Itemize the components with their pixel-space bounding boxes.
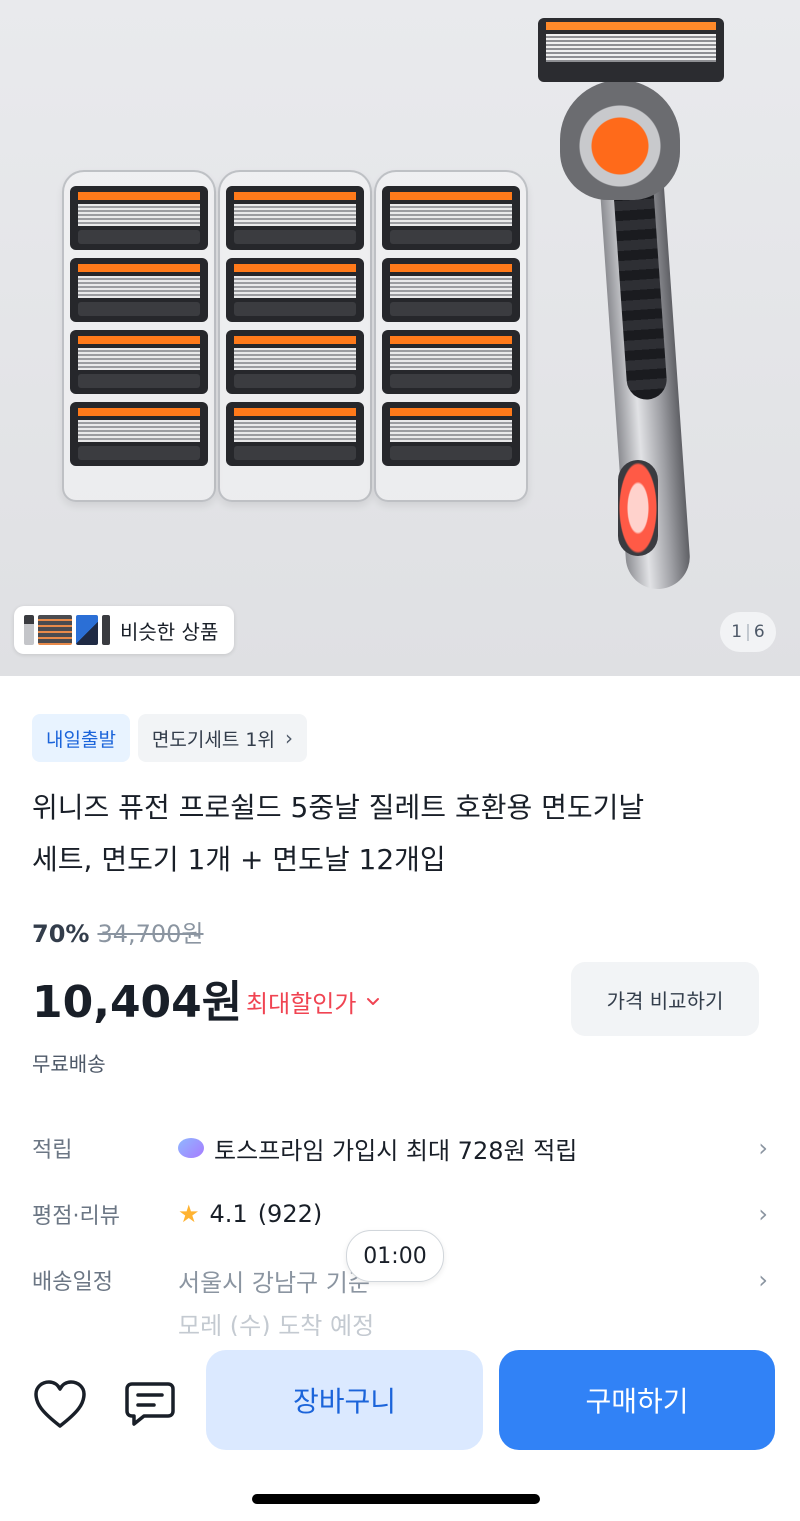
- cartridge: [382, 258, 520, 322]
- razor-pivot: [560, 80, 680, 200]
- cartridge-tray: [62, 170, 216, 502]
- cartridge: [70, 402, 208, 466]
- home-indicator: [252, 1494, 540, 1504]
- points-row[interactable]: 적립 토스프라임 가입시 최대 728원 적립 ›: [32, 1126, 768, 1170]
- cartridge: [70, 258, 208, 322]
- rating-count: (922): [257, 1200, 323, 1228]
- cartridge: [382, 330, 520, 394]
- chevron-right-icon: ›: [284, 726, 293, 750]
- inquiry-button[interactable]: [122, 1376, 178, 1432]
- razor-head: [538, 18, 724, 82]
- delivery-tag: 내일출발: [32, 714, 130, 762]
- product-title: 위니즈 퓨전 프로쉴드 5중날 질레트 호환용 면도기날 세트, 면도기 1개 …: [32, 782, 762, 886]
- chevron-right-icon: ›: [758, 1266, 768, 1294]
- page-current: 1: [731, 622, 743, 642]
- cartridge: [382, 186, 520, 250]
- rating-label: 평점·리뷰: [32, 1204, 120, 1229]
- product-title-line1: 위니즈 퓨전 프로쉴드 5중날 질레트 호환용 면도기날: [32, 791, 645, 824]
- chevron-right-icon: ›: [758, 1200, 768, 1228]
- chat-icon: [125, 1382, 175, 1426]
- points-label: 적립: [32, 1138, 73, 1163]
- ranking-tag-label: 면도기세트 1위: [151, 728, 275, 751]
- similar-products-button[interactable]: 비슷한 상품: [14, 606, 235, 654]
- cartridge: [382, 402, 520, 466]
- heart-icon: [34, 1380, 86, 1428]
- sale-price: 10,404원: [32, 977, 243, 1028]
- razor-handle-tip: [618, 460, 658, 556]
- page-total: 6: [753, 622, 765, 642]
- product-image-gallery[interactable]: 비슷한 상품 1 | 6: [0, 0, 800, 676]
- image-page-counter: 1 | 6: [720, 612, 776, 652]
- cartridge-tray: [374, 170, 528, 502]
- discount-row: 70% 34,700원: [32, 914, 204, 949]
- cartridge: [70, 186, 208, 250]
- cartridge: [70, 330, 208, 394]
- countdown-timer: 01:00: [346, 1230, 444, 1282]
- buy-now-button[interactable]: 구매하기: [499, 1350, 775, 1450]
- cartridge: [226, 330, 364, 394]
- similar-products-thumbnails: [24, 615, 110, 645]
- star-icon: ★: [178, 1200, 200, 1228]
- add-to-cart-button[interactable]: 장바구니: [206, 1350, 483, 1450]
- cartridge: [226, 186, 364, 250]
- discount-rate: 70%: [32, 920, 90, 948]
- rating-score: 4.1: [209, 1200, 248, 1228]
- similar-products-label: 비슷한 상품: [120, 619, 219, 644]
- chevron-down-icon: [367, 997, 380, 1005]
- max-discount-label: 최대할인가: [246, 990, 357, 1018]
- cartridge-tray: [218, 170, 372, 502]
- cartridge: [226, 402, 364, 466]
- delivery-location: 서울시 강남구 기준: [178, 1268, 370, 1297]
- shipping-info: 무료배송: [32, 1052, 106, 1076]
- cartridge: [226, 258, 364, 322]
- chevron-right-icon: ›: [758, 1134, 768, 1162]
- delivery-label: 배송일정: [32, 1270, 113, 1295]
- product-tags: 내일출발 면도기세트 1위 ›: [32, 714, 307, 762]
- compare-price-button[interactable]: 가격 비교하기: [571, 962, 759, 1036]
- points-value: 토스프라임 가입시 최대 728원 적립: [214, 1136, 578, 1165]
- toss-prime-icon: [178, 1138, 204, 1158]
- wishlist-button[interactable]: [32, 1376, 88, 1432]
- original-price: 34,700원: [97, 920, 204, 948]
- ranking-tag[interactable]: 면도기세트 1위 ›: [137, 714, 307, 762]
- max-discount-toggle[interactable]: 최대할인가: [246, 984, 380, 1019]
- delivery-tag-label: 내일출발: [46, 728, 116, 751]
- product-title-line2: 세트, 면도기 1개 + 면도날 12개입: [32, 843, 446, 876]
